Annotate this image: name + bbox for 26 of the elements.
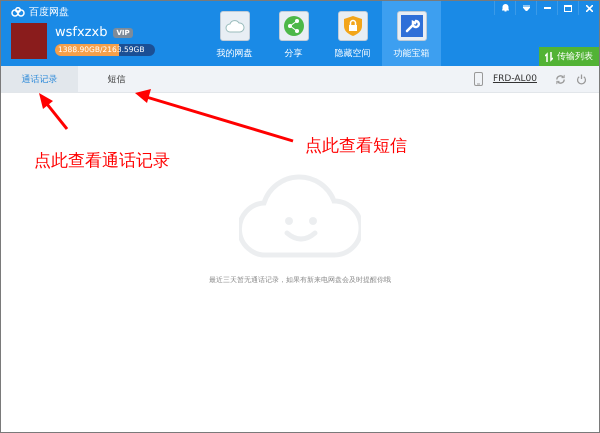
device-link[interactable]: FRD-AL00: [492, 74, 537, 84]
phone-icon: [474, 72, 483, 86]
tab[interactable]: 短信: [78, 66, 155, 92]
nav-tab[interactable]: 我的网盘: [205, 1, 264, 66]
lock-shield-icon: [342, 15, 362, 37]
annotation-text: 点此查看通话记录: [34, 150, 170, 172]
transfer-list-button[interactable]: 传输列表: [539, 47, 599, 66]
minimize-icon: [544, 7, 550, 9]
user-name: wsfxzxb: [55, 25, 108, 40]
annotation-text: 点此查看短信: [305, 135, 407, 157]
tab[interactable]: 通话记录: [1, 66, 78, 92]
clouds-logo-icon: [11, 7, 25, 17]
nav-tab[interactable]: 隐藏空间: [323, 1, 382, 66]
avatar-placeholder: [11, 23, 47, 59]
cloud-icon: [224, 19, 244, 33]
close-icon: [586, 4, 592, 12]
up-down-arrows-icon: [545, 52, 553, 62]
power-icon[interactable]: [576, 74, 587, 84]
caret-icon: [522, 5, 530, 11]
nav-tab[interactable]: 分享: [264, 1, 323, 66]
bell-icon: [502, 4, 508, 12]
refresh-icon[interactable]: [555, 74, 566, 84]
app-title: 百度网盘: [29, 6, 69, 19]
maximize-icon: [564, 4, 572, 12]
nav-tab[interactable]: 功能宝箱: [382, 1, 441, 66]
arrow: [39, 93, 68, 130]
